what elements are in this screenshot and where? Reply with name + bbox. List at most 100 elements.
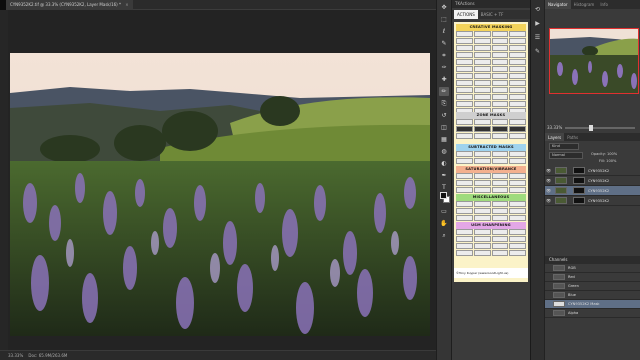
document-tab[interactable]: CYN9352K2.tif @ 33.3% (CYN9352K2, Layer … <box>6 0 133 10</box>
opacity-value[interactable]: 100% <box>607 152 617 156</box>
action-button[interactable] <box>491 173 509 179</box>
blur-tool[interactable]: ◍ <box>439 147 449 156</box>
marquee-tool[interactable]: ⬚ <box>439 15 449 24</box>
action-button[interactable] <box>473 38 491 44</box>
zoom-slider-track[interactable] <box>565 127 635 129</box>
channel-row[interactable]: CYN9352K2 Mask <box>545 300 640 309</box>
action-button[interactable] <box>509 151 526 157</box>
action-button[interactable] <box>456 215 473 221</box>
action-button[interactable] <box>509 59 526 65</box>
action-button[interactable] <box>456 250 473 256</box>
action-button[interactable] <box>473 158 491 164</box>
action-button[interactable] <box>509 236 526 242</box>
tab-basic-tf[interactable]: BASIC + TF <box>478 10 507 19</box>
tab-navigator[interactable]: Navigator <box>545 0 571 9</box>
action-button[interactable] <box>473 208 491 214</box>
action-button[interactable] <box>456 45 473 51</box>
action-button[interactable] <box>473 187 491 193</box>
action-button[interactable] <box>491 201 509 207</box>
action-button[interactable] <box>491 236 509 242</box>
visibility-eye-icon[interactable]: 👁 <box>545 188 552 193</box>
action-button[interactable] <box>456 66 473 72</box>
action-button[interactable] <box>509 133 526 139</box>
action-button[interactable] <box>491 187 509 193</box>
action-button[interactable] <box>456 31 473 37</box>
action-button[interactable] <box>456 187 473 193</box>
action-button[interactable] <box>509 45 526 51</box>
zoom-tool[interactable]: ⌕ <box>439 231 449 240</box>
action-button[interactable] <box>473 201 491 207</box>
channels-title[interactable]: Channels <box>545 256 640 264</box>
layer-mask-thumbnail[interactable] <box>573 187 585 194</box>
action-button[interactable] <box>473 119 491 125</box>
action-button[interactable] <box>509 94 526 100</box>
action-button[interactable] <box>509 80 526 86</box>
action-button[interactable] <box>491 38 509 44</box>
action-button[interactable] <box>456 87 473 93</box>
action-button[interactable] <box>456 80 473 86</box>
action-button[interactable] <box>456 158 473 164</box>
action-button[interactable] <box>473 101 491 107</box>
fill-value[interactable]: 100% <box>606 159 616 163</box>
tab-actions[interactable]: ACTIONS <box>454 10 478 19</box>
healing-brush-tool[interactable]: ✚ <box>439 75 449 84</box>
tab-info[interactable]: Info <box>597 0 611 9</box>
action-button[interactable] <box>491 45 509 51</box>
action-button[interactable] <box>456 180 473 186</box>
layer-row[interactable]: 👁 CYN9352K2 <box>545 196 640 206</box>
zoom-value[interactable]: 33.33% <box>547 125 562 130</box>
action-button[interactable] <box>473 133 491 139</box>
action-button[interactable] <box>491 52 509 58</box>
action-button[interactable] <box>491 94 509 100</box>
action-button[interactable] <box>456 73 473 79</box>
blend-mode-select[interactable]: Normal <box>549 152 583 159</box>
action-button[interactable] <box>509 243 526 249</box>
action-button[interactable] <box>473 215 491 221</box>
action-button[interactable] <box>456 94 473 100</box>
hand-tool[interactable]: ✋ <box>439 219 449 228</box>
action-button[interactable] <box>491 73 509 79</box>
action-button[interactable] <box>491 133 509 139</box>
action-button[interactable] <box>456 119 473 125</box>
action-button[interactable] <box>509 38 526 44</box>
navigator-thumbnail[interactable] <box>549 28 639 94</box>
action-button[interactable] <box>456 133 473 139</box>
properties-icon[interactable]: ☰ <box>534 34 542 42</box>
tab-histogram[interactable]: Histogram <box>571 0 598 9</box>
action-button[interactable] <box>473 45 491 51</box>
action-button[interactable] <box>509 126 526 132</box>
pen-tool[interactable]: ✒ <box>439 171 449 180</box>
action-button[interactable] <box>491 180 509 186</box>
brush-tool[interactable]: ✏ <box>439 87 449 96</box>
fill-control[interactable]: Fill: 100% <box>597 159 637 166</box>
dodge-tool[interactable]: ◐ <box>439 159 449 168</box>
action-button[interactable] <box>509 173 526 179</box>
action-button[interactable] <box>473 151 491 157</box>
tab-layers[interactable]: Layers <box>545 133 565 141</box>
action-button[interactable] <box>456 201 473 207</box>
action-button[interactable] <box>509 119 526 125</box>
canvas-area[interactable] <box>8 10 436 350</box>
action-button[interactable] <box>491 243 509 249</box>
action-button[interactable] <box>456 59 473 65</box>
action-button[interactable] <box>473 180 491 186</box>
action-button[interactable] <box>509 250 526 256</box>
layer-mask-thumbnail[interactable] <box>573 177 585 184</box>
zoom-slider-knob[interactable] <box>589 125 593 131</box>
action-button[interactable] <box>473 66 491 72</box>
action-button[interactable] <box>473 243 491 249</box>
layer-mask-thumbnail[interactable] <box>573 197 585 204</box>
action-button[interactable] <box>509 52 526 58</box>
action-button[interactable] <box>509 180 526 186</box>
action-button[interactable] <box>491 31 509 37</box>
action-button[interactable] <box>473 236 491 242</box>
action-button[interactable] <box>491 66 509 72</box>
clone-stamp-tool[interactable]: ⎘ <box>439 99 449 108</box>
gradient-tool[interactable]: ▦ <box>439 135 449 144</box>
type-tool[interactable]: T <box>439 183 449 192</box>
channel-row[interactable]: RGB <box>545 264 640 273</box>
action-button[interactable] <box>509 66 526 72</box>
action-button[interactable] <box>473 126 491 132</box>
action-button[interactable] <box>509 201 526 207</box>
action-button[interactable] <box>473 80 491 86</box>
